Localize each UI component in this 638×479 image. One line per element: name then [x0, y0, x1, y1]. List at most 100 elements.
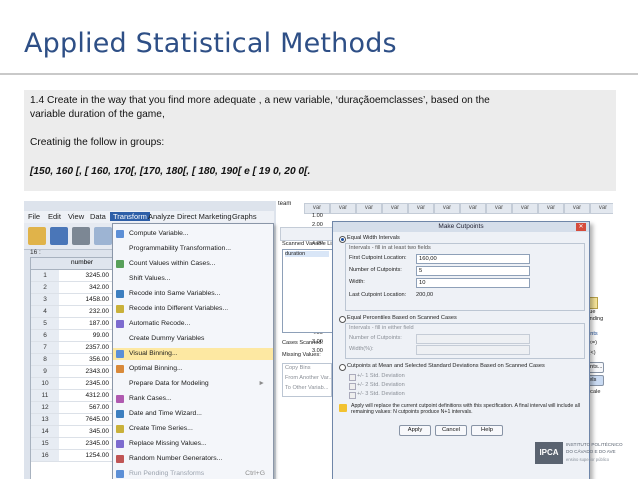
- menu-item[interactable]: Random Number Generators...: [113, 453, 273, 465]
- pct-number-input[interactable]: [416, 334, 530, 344]
- cell-value[interactable]: 567.00: [61, 402, 109, 413]
- cell-value[interactable]: 232.00: [61, 306, 109, 317]
- var-column-header[interactable]: var: [590, 203, 613, 214]
- var-column-header[interactable]: var: [564, 203, 590, 214]
- table-row[interactable]: 16 1254.00: [31, 450, 113, 462]
- table-row[interactable]: 15 2345.00: [31, 438, 113, 450]
- menu-direct-marketing[interactable]: Direct Marketing: [177, 212, 232, 221]
- table-row[interactable]: 6 99.00: [31, 330, 113, 342]
- menu-item[interactable]: Rank Cases...: [113, 393, 273, 405]
- row-number[interactable]: 9: [31, 366, 59, 377]
- table-row[interactable]: 14 345.00: [31, 426, 113, 438]
- row-number[interactable]: 6: [31, 330, 59, 341]
- row-number[interactable]: 16: [31, 450, 59, 461]
- table-row[interactable]: 9 2343.00: [31, 366, 113, 378]
- cell-value[interactable]: 2345.00: [61, 378, 110, 389]
- row-number[interactable]: 4: [31, 306, 59, 317]
- cell-value[interactable]: 345.00: [61, 426, 109, 437]
- row-number[interactable]: 3: [31, 294, 59, 305]
- table-row[interactable]: 13 7645.00: [31, 414, 113, 426]
- cell-value[interactable]: 2343.00: [61, 366, 110, 377]
- menu-item[interactable]: Compute Variable...: [113, 228, 273, 240]
- sd1-checkbox[interactable]: [349, 374, 356, 381]
- dialog-recall-icon[interactable]: [94, 227, 112, 245]
- menu-item[interactable]: Run Pending Transforms Ctrl+G: [113, 468, 273, 479]
- cell-value[interactable]: 187.00: [61, 318, 109, 329]
- row-number[interactable]: 2: [31, 282, 59, 293]
- column-header-number[interactable]: number: [71, 259, 93, 266]
- menu-item[interactable]: Optimal Binning...: [113, 363, 273, 375]
- table-row[interactable]: 7 2357.00: [31, 342, 113, 354]
- first-cutpoint-input[interactable]: 160,00: [416, 254, 530, 264]
- var-column-header[interactable]: var: [330, 203, 356, 214]
- help-button[interactable]: Help: [471, 425, 503, 436]
- cell-value[interactable]: 4312.00: [61, 390, 110, 401]
- menu-item[interactable]: Visual Binning...: [113, 348, 273, 360]
- save-icon[interactable]: [50, 227, 68, 245]
- width-input[interactable]: 10: [416, 278, 530, 288]
- cell-value[interactable]: 342.00: [61, 282, 109, 293]
- menu-item[interactable]: Replace Missing Values...: [113, 438, 273, 450]
- equal-width-radio[interactable]: [339, 236, 346, 243]
- table-row[interactable]: 10 2345.00: [31, 378, 113, 390]
- row-number[interactable]: 10: [31, 378, 59, 389]
- menu-item[interactable]: Programmability Transformation...: [113, 243, 273, 255]
- cell-value[interactable]: 7645.00: [61, 414, 110, 425]
- number-of-cutpoints-input[interactable]: 5: [416, 266, 530, 276]
- menu-item[interactable]: Shift Values...: [113, 273, 273, 285]
- menu-item[interactable]: Automatic Recode...: [113, 318, 273, 330]
- var-column-header[interactable]: var: [382, 203, 408, 214]
- var-column-header[interactable]: var: [356, 203, 382, 214]
- var-column-header[interactable]: var: [408, 203, 434, 214]
- cell-value[interactable]: 1458.00: [61, 294, 110, 305]
- cell-value[interactable]: 2357.00: [61, 342, 110, 353]
- menu-transform[interactable]: Transform: [110, 212, 150, 221]
- cell-value[interactable]: 356.00: [61, 354, 109, 365]
- print-icon[interactable]: [72, 227, 90, 245]
- menu-item[interactable]: Count Values within Cases...: [113, 258, 273, 270]
- menu-item[interactable]: Create Dummy Variables: [113, 333, 273, 345]
- row-number[interactable]: 12: [31, 402, 59, 413]
- row-number[interactable]: 11: [31, 390, 59, 401]
- cell-value[interactable]: 1254.00: [61, 450, 110, 461]
- menu-view[interactable]: View: [68, 212, 84, 221]
- table-row[interactable]: 5 187.00: [31, 318, 113, 330]
- apply-button[interactable]: Apply: [399, 425, 431, 436]
- open-folder-icon[interactable]: [28, 227, 46, 245]
- std-dev-radio[interactable]: [339, 364, 346, 371]
- var-column-header[interactable]: var: [460, 203, 486, 214]
- table-row[interactable]: 1 3245.00: [31, 270, 113, 282]
- table-row[interactable]: 11 4312.00: [31, 390, 113, 402]
- cancel-button[interactable]: Cancel: [435, 425, 467, 436]
- to-other-variables-button[interactable]: To Other Variab...: [285, 385, 328, 391]
- table-row[interactable]: 12 567.00: [31, 402, 113, 414]
- table-row[interactable]: 3 1458.00: [31, 294, 113, 306]
- var-column-header[interactable]: var: [434, 203, 460, 214]
- var-column-header[interactable]: var: [512, 203, 538, 214]
- close-icon[interactable]: ✕: [576, 223, 586, 231]
- from-another-var-button[interactable]: From Another Var...: [285, 375, 333, 381]
- sd2-checkbox[interactable]: [349, 383, 356, 390]
- row-number[interactable]: 13: [31, 414, 59, 425]
- pct-width-input[interactable]: [416, 345, 530, 355]
- scanned-variable-list[interactable]: duration: [282, 249, 334, 333]
- var-column-header[interactable]: var: [538, 203, 564, 214]
- sd3-checkbox[interactable]: [349, 392, 356, 399]
- row-number[interactable]: 15: [31, 438, 59, 449]
- menu-file[interactable]: File: [28, 212, 40, 221]
- cell-value[interactable]: 99.00: [61, 330, 109, 341]
- menu-data[interactable]: Data: [90, 212, 106, 221]
- row-number[interactable]: 7: [31, 342, 59, 353]
- row-number[interactable]: 14: [31, 426, 59, 437]
- table-row[interactable]: 2 342.00: [31, 282, 113, 294]
- menu-item[interactable]: Date and Time Wizard...: [113, 408, 273, 420]
- equal-percentiles-radio[interactable]: [339, 316, 346, 323]
- row-number[interactable]: 5: [31, 318, 59, 329]
- cell-value[interactable]: 3245.00: [61, 270, 110, 281]
- team-cell[interactable]: 1.00: [312, 213, 323, 219]
- row-number[interactable]: 1: [31, 270, 59, 281]
- row-number[interactable]: 8: [31, 354, 59, 365]
- menu-item[interactable]: Create Time Series...: [113, 423, 273, 435]
- menu-edit[interactable]: Edit: [48, 212, 61, 221]
- table-row[interactable]: 8 356.00: [31, 354, 113, 366]
